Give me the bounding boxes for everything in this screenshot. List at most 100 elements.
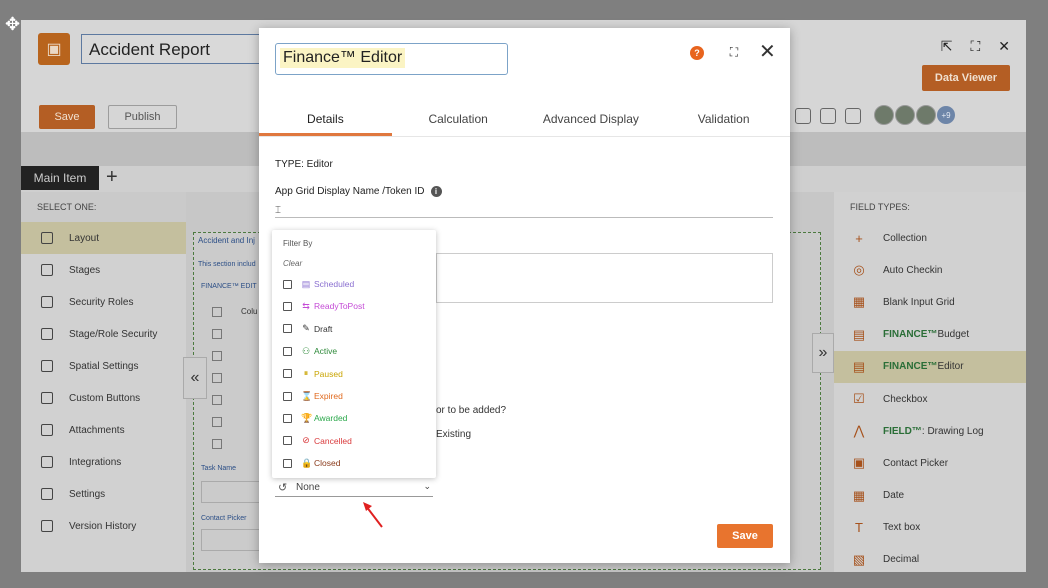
sidebar-item-stage-role-security[interactable]: Stage/Role Security — [21, 318, 186, 350]
contact-picker-label[interactable]: Contact Picker — [201, 515, 247, 522]
filter-option-awarded[interactable]: 🏆 Awarded — [283, 411, 347, 425]
left-panel-header: SELECT ONE: — [21, 192, 186, 222]
checkbox[interactable] — [283, 391, 292, 401]
sidebar-item-label: Integrations — [69, 456, 122, 468]
tab-calculation[interactable]: Calculation — [392, 106, 525, 136]
checkbox[interactable] — [283, 436, 292, 446]
field-type-item[interactable]: ▤ FINANCE™ Editor — [834, 350, 1026, 383]
sidebar-item-icon — [41, 520, 53, 532]
sidebar-item-layout[interactable]: Layout — [21, 222, 186, 254]
sidebar-item-icon — [41, 264, 53, 276]
field-type-icon: ▧ — [852, 551, 866, 567]
sidebar-item-settings[interactable]: Settings — [21, 478, 186, 510]
toolbar-icon[interactable] — [845, 108, 861, 124]
sidebar-item-version-history[interactable]: Version History — [21, 510, 186, 542]
row-checkbox[interactable] — [212, 329, 222, 339]
filter-option-closed[interactable]: 🔒 Closed — [283, 456, 340, 470]
sidebar-item-stages[interactable]: Stages — [21, 254, 186, 286]
field-type-item[interactable]: ▦ Date — [834, 480, 1026, 512]
grid-display-input[interactable]: ⌶ — [275, 202, 773, 218]
stage-filter-select[interactable]: ↺ None ⌄ — [275, 479, 433, 497]
task-name-label[interactable]: Task Name — [201, 465, 236, 472]
tab-main-item[interactable]: Main Item — [21, 166, 99, 190]
section-title[interactable]: Accident and Inj — [198, 236, 255, 245]
status-icon: ⊘ — [302, 435, 310, 446]
toolbar-icons — [795, 108, 861, 124]
contact-picker-input[interactable] — [201, 529, 261, 551]
description-textarea[interactable] — [436, 253, 773, 303]
checkbox[interactable] — [283, 458, 292, 468]
external-link-icon[interactable]: ⇱ — [941, 38, 953, 55]
sidebar-item-custom-buttons[interactable]: Custom Buttons — [21, 382, 186, 414]
checkbox[interactable] — [283, 279, 292, 289]
publish-button[interactable]: Publish — [108, 105, 177, 129]
row-checkbox[interactable] — [212, 373, 222, 383]
sidebar-item-label: Version History — [69, 520, 137, 532]
close-icon[interactable]: ✕ — [759, 42, 776, 62]
row-checkbox[interactable] — [212, 395, 222, 405]
checkbox[interactable] — [283, 369, 292, 379]
editor-field-label[interactable]: FINANCE™ EDIT — [201, 283, 257, 290]
checkbox[interactable] — [283, 413, 292, 423]
filter-option-active[interactable]: ⚇ Active — [283, 344, 337, 358]
app-save-button[interactable]: Save — [39, 105, 95, 129]
field-type-item[interactable]: ⋀ FIELD™: Drawing Log — [834, 415, 1026, 447]
clipboard-icon: ▣ — [38, 33, 70, 65]
collapse-right-button[interactable]: » — [812, 333, 834, 373]
tab-details[interactable]: Details — [259, 106, 392, 136]
field-type-label: Collection — [883, 232, 927, 244]
avatar[interactable] — [916, 105, 936, 125]
toolbar-icon[interactable] — [820, 108, 836, 124]
field-type-item[interactable]: ▣ Contact Picker — [834, 447, 1026, 479]
expand-icon[interactable]: ⛶ — [727, 45, 741, 59]
checkbox[interactable] — [283, 346, 292, 356]
field-type-item[interactable]: ▤ FINANCE™ Budget — [834, 319, 1026, 351]
sidebar-item-security-roles[interactable]: Security Roles — [21, 286, 186, 318]
avatar[interactable] — [895, 105, 915, 125]
field-type-label: Auto Checkin — [883, 264, 943, 276]
row-checkbox[interactable] — [212, 307, 222, 317]
close-app-icon[interactable]: ✕ — [998, 38, 1010, 55]
info-icon[interactable]: i — [430, 186, 442, 197]
sidebar-item-integrations[interactable]: Integrations — [21, 446, 186, 478]
checkbox[interactable] — [283, 324, 292, 334]
filter-option-cancelled[interactable]: ⊘ Cancelled — [283, 434, 352, 448]
modal-title-input[interactable]: Finance™ Editor — [275, 43, 508, 75]
status-icon: ▤ — [301, 278, 311, 289]
sidebar-item-attachments[interactable]: Attachments — [21, 414, 186, 446]
filter-option-expired[interactable]: ⌛ Expired — [283, 389, 343, 403]
toolbar-icon[interactable] — [795, 108, 811, 124]
task-name-input[interactable] — [201, 481, 261, 503]
checkbox[interactable] — [283, 301, 292, 311]
collapse-left-button[interactable]: « — [183, 357, 207, 399]
fullscreen-icon[interactable]: ⛶ — [970, 38, 980, 55]
move-icon[interactable]: ✥ — [5, 14, 20, 35]
avatar-more-count[interactable]: +9 — [937, 106, 955, 124]
filter-option-readytopost[interactable]: ⇆ ReadyToPost — [283, 299, 365, 313]
modal-save-button[interactable]: Save — [717, 524, 773, 548]
row-checkbox[interactable] — [212, 351, 222, 361]
filter-option-scheduled[interactable]: ▤ Scheduled — [283, 277, 354, 291]
field-type-item[interactable]: ☑ Checkbox — [834, 383, 1026, 415]
row-checkbox[interactable] — [212, 417, 222, 427]
data-viewer-button[interactable]: Data Viewer — [922, 65, 1010, 91]
help-icon[interactable]: ? — [690, 46, 704, 60]
field-type-item[interactable]: ◎ Auto Checkin — [834, 254, 1026, 286]
field-type-item[interactable]: ▧ Decimal — [834, 544, 1026, 576]
add-tab-button[interactable]: + — [106, 166, 118, 189]
tab-validation[interactable]: Validation — [657, 106, 790, 136]
clear-filter-link[interactable]: Clear — [283, 259, 302, 268]
app-title-input[interactable]: Accident Report — [81, 34, 261, 64]
tab-advanced-display[interactable]: Advanced Display — [525, 106, 658, 136]
field-type-item[interactable]: + Collection — [834, 222, 1026, 254]
row-checkbox[interactable] — [212, 439, 222, 449]
field-type-label: Budget — [937, 329, 970, 341]
sidebar-item-spatial-settings[interactable]: Spatial Settings — [21, 350, 186, 382]
field-type-item[interactable]: ▦ Blank Input Grid — [834, 286, 1026, 318]
field-type-label: : Drawing Log — [921, 425, 984, 437]
field-type-item[interactable]: T Text box — [834, 512, 1026, 544]
avatar[interactable] — [874, 105, 894, 125]
filter-option-draft[interactable]: ✎ Draft — [283, 322, 332, 336]
chevron-down-icon: ⌄ — [423, 481, 431, 491]
filter-option-paused[interactable]: ⏸ Paused — [283, 367, 343, 381]
